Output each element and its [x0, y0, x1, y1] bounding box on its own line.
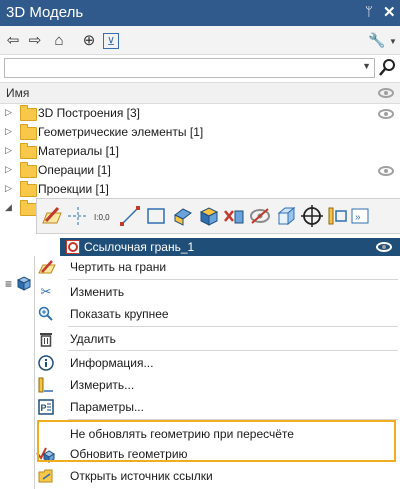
menu-item-open-source[interactable]: Открыть источник ссылки: [34, 465, 400, 487]
close-icon[interactable]: ✕: [383, 3, 396, 21]
menu-item-label: Чертить на грани: [70, 260, 167, 274]
menu-separator: [68, 350, 398, 351]
eye-icon[interactable]: [378, 109, 394, 119]
menu-item-info[interactable]: Информация...: [34, 352, 400, 374]
tree-node-label: Проекции [1]: [38, 182, 109, 196]
axis-lines-icon[interactable]: [67, 205, 89, 227]
ruler-icon: [38, 377, 53, 393]
back-icon[interactable]: ⇦: [4, 31, 22, 49]
expand-arrow-icon[interactable]: ▷: [5, 164, 12, 175]
tree-node-geometry-elements[interactable]: ▷ Геометрические элементы [1]: [0, 123, 400, 142]
search-dropdown-icon[interactable]: ▼: [362, 61, 371, 71]
column-header[interactable]: Имя: [0, 82, 400, 104]
menu-item-draw-on-face[interactable]: Чертить на грани: [34, 256, 400, 278]
measure-ruler-icon[interactable]: [327, 205, 349, 227]
reference-face-icon: [66, 240, 80, 254]
open-source-icon: [38, 469, 53, 483]
edit-toolbar-strip: I:0,0 »: [36, 198, 400, 234]
pencil-icon: [38, 260, 56, 274]
expand-arrow-icon[interactable]: ◢: [5, 202, 12, 213]
expand-arrow-icon[interactable]: ▷: [5, 183, 12, 194]
eye-icon[interactable]: [378, 166, 394, 176]
wrench-dropdown-icon[interactable]: ▼: [389, 37, 397, 46]
folder-icon: [20, 143, 37, 159]
tree-node-projections[interactable]: ▷ Проекции [1]: [0, 180, 400, 199]
zoom-icon: [38, 306, 53, 321]
svg-text:I:0,0: I:0,0: [94, 213, 110, 222]
folder-icon: [20, 124, 37, 140]
tree-node-materials[interactable]: ▷ Материалы [1]: [0, 142, 400, 161]
line-segment-icon[interactable]: [119, 205, 141, 227]
visibility-header-eye-icon[interactable]: [378, 88, 394, 98]
filter-icon[interactable]: ⊻: [103, 33, 119, 49]
sketch-pencil-icon[interactable]: [41, 205, 63, 227]
folder-icon: [20, 181, 37, 197]
tree-node-label: Операции [1]: [38, 163, 111, 177]
column-header-name: Имя: [6, 86, 30, 100]
extrude-icon[interactable]: [171, 205, 193, 227]
tree-node-label: Геометрические элементы [1]: [38, 125, 204, 139]
forward-icon[interactable]: ⇨: [26, 31, 44, 49]
tree-node-3d-constructions[interactable]: ▷ 3D Построения [3]: [0, 104, 400, 123]
edit-icon: ✂: [40, 284, 52, 299]
search-input[interactable]: [5, 59, 353, 75]
highlight-frame: [37, 420, 396, 462]
menu-item-label: Измерить...: [70, 378, 135, 392]
menu-separator: [68, 326, 398, 327]
trash-icon: [40, 333, 52, 347]
solid-body-icon[interactable]: [197, 205, 219, 227]
menu-item-label: Удалить: [70, 332, 116, 346]
menu-item-label: Параметры...: [70, 400, 144, 414]
pin-icon[interactable]: ᛘ: [365, 4, 373, 19]
tree-node-label: Материалы [1]: [38, 144, 119, 158]
info-icon: [38, 355, 54, 371]
rectangle-icon[interactable]: [145, 205, 167, 227]
selected-item-label: Ссылочная грань_1: [84, 240, 195, 254]
tree-node-label: 3D Построения [3]: [38, 106, 140, 120]
selected-tree-item[interactable]: Ссылочная грань_1: [60, 238, 400, 256]
crosshair-icon[interactable]: [301, 205, 323, 227]
menu-item-parameters[interactable]: P Параметры...: [34, 396, 400, 418]
folder-icon: [20, 162, 37, 178]
svg-text:P: P: [41, 403, 47, 413]
title-bar: 3D Модель ᛘ ✕: [0, 0, 400, 26]
selected-eye-icon[interactable]: [376, 242, 392, 252]
menu-item-edit[interactable]: ✂ Изменить: [34, 281, 400, 303]
expand-arrow-icon[interactable]: ▷: [5, 145, 12, 156]
folder-icon: [20, 200, 37, 216]
menu-item-label: Открыть источник ссылки: [70, 469, 213, 483]
menu-item-label: Показать крупнее: [70, 307, 169, 321]
svg-text:»: »: [355, 212, 361, 223]
body-cube-icon: [16, 276, 32, 291]
menu-item-delete[interactable]: Удалить: [34, 328, 400, 350]
menu-item-label: Изменить: [70, 285, 125, 299]
menu-separator: [68, 279, 398, 280]
cube-view-icon[interactable]: [275, 205, 297, 227]
target-icon[interactable]: ⊕: [80, 31, 98, 49]
folder-icon: [20, 105, 37, 121]
toolbar: ⇦ ⇨ ⌂ ⊕ ⊻ 🔧 ▼: [0, 26, 400, 55]
hide-eye-icon[interactable]: [249, 205, 271, 227]
window-title: 3D Модель: [6, 4, 84, 21]
menu-item-zoom[interactable]: Показать крупнее: [34, 303, 400, 325]
params-icon: P: [38, 399, 54, 415]
dimension-icon[interactable]: I:0,0: [93, 205, 115, 227]
expand-arrow-icon[interactable]: ▷: [5, 126, 12, 137]
delete-body-icon[interactable]: [223, 205, 245, 227]
search-icon[interactable]: [378, 57, 398, 77]
more-tools-icon[interactable]: »: [351, 205, 369, 227]
row-handle-icon[interactable]: ≡: [5, 277, 12, 291]
tree-node-operations[interactable]: ▷ Операции [1]: [0, 161, 400, 180]
menu-item-label: Информация...: [70, 356, 154, 370]
menu-item-measure[interactable]: Измерить...: [34, 374, 400, 396]
wrench-icon[interactable]: 🔧: [368, 31, 386, 49]
expand-arrow-icon[interactable]: ▷: [5, 107, 12, 118]
home-icon[interactable]: ⌂: [50, 31, 68, 49]
search-box[interactable]: ▼: [4, 58, 375, 78]
